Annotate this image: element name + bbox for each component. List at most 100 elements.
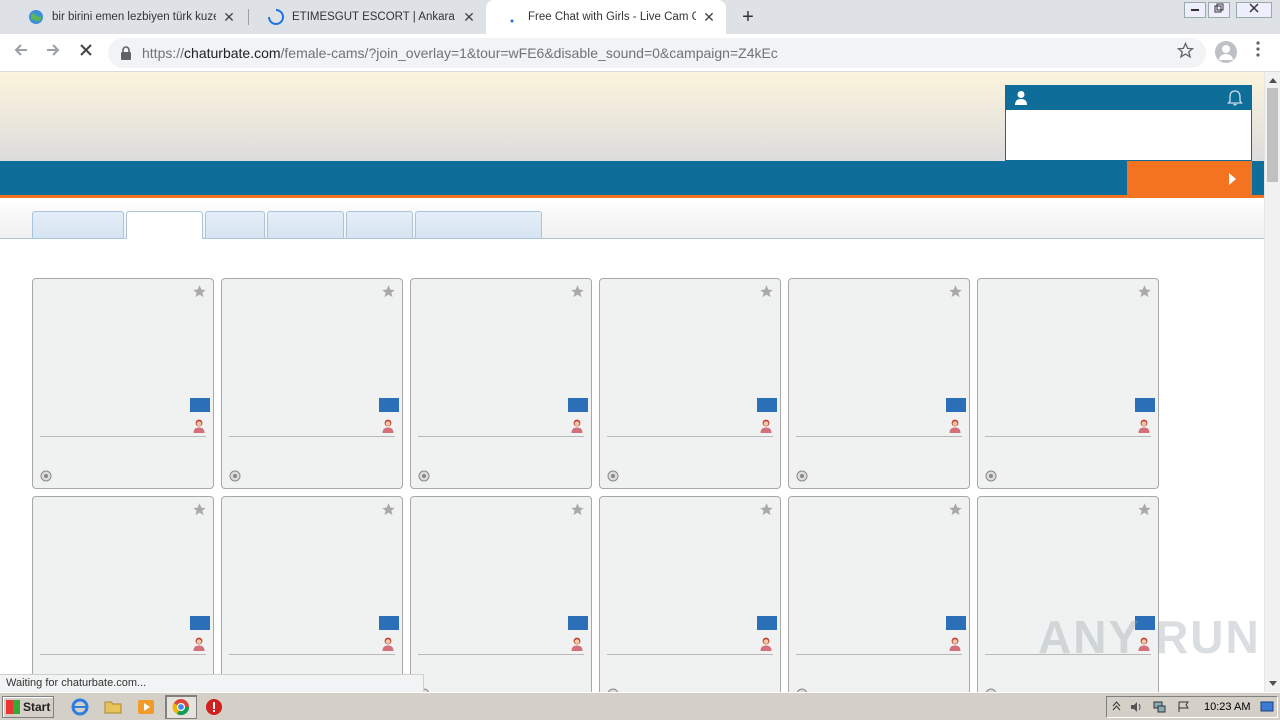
tray-expand-icon[interactable] [1110,701,1123,713]
forward-arrow-icon [47,44,60,56]
female-gender-icon [193,637,205,651]
webcam-icon [229,470,241,482]
taskbar-clock: 10:23 AM [1204,701,1251,713]
main-nav-bar [0,161,1264,198]
card-divider [229,436,395,437]
room-card[interactable] [410,278,592,489]
country-flag [190,616,210,630]
card-divider [796,654,962,655]
chevron-up-icon [1112,701,1121,711]
new-tab-button[interactable]: + [738,6,758,28]
room-card[interactable] [32,496,214,692]
back-arrow-icon [14,44,27,56]
favorite-star-icon[interactable] [381,502,396,517]
volume-icon[interactable] [1130,701,1143,713]
female-gender-icon [949,419,961,433]
minimize-icon [1191,9,1199,11]
room-card[interactable] [599,496,781,692]
monitor-network-icon [1153,701,1166,713]
tab-3-close-icon[interactable]: ✕ [702,9,716,26]
card-divider [40,654,206,655]
room-card[interactable] [788,278,970,489]
room-card[interactable] [977,278,1159,489]
tab-2[interactable]: ETİMESGUT ESCORT | Ankara escort ✕ [250,0,486,34]
tab-1[interactable]: bir birini emen lezbiyen türk kuzenler ✕ [10,0,246,34]
favorite-star-icon[interactable] [192,284,207,299]
favorite-star-icon[interactable] [759,502,774,517]
media-player-icon[interactable] [137,698,155,716]
favorite-star-icon[interactable] [948,284,963,299]
category-tab-4[interactable] [267,211,344,238]
female-gender-icon [760,419,772,433]
room-card[interactable] [221,278,403,489]
webcam-icon [607,470,619,482]
category-tab-6[interactable] [415,211,542,238]
user-icon[interactable] [1014,90,1028,106]
favorite-star-icon[interactable] [192,502,207,517]
room-card[interactable] [788,496,970,692]
favorite-star-icon[interactable] [948,502,963,517]
category-tab-3[interactable] [205,211,265,238]
action-center-flag-icon[interactable] [1177,701,1190,713]
country-flag [379,616,399,630]
webcam-icon [418,470,430,482]
restore-button[interactable] [1208,2,1230,18]
start-button[interactable]: Start [2,696,54,718]
favorite-star-icon[interactable] [1137,284,1152,299]
tab-3-active[interactable]: Free Chat with Girls - Live Cam Girls, ✕ [486,0,726,34]
show-desktop-icon[interactable] [1260,701,1274,713]
card-divider [40,436,206,437]
taskbar-chrome-active[interactable] [165,695,197,719]
tab-2-close-icon[interactable]: ✕ [462,9,476,26]
room-card[interactable] [32,278,214,489]
notification-bell-icon[interactable] [1227,90,1243,106]
room-card[interactable] [599,278,781,489]
favorite-star-icon[interactable] [759,284,774,299]
country-flag [568,616,588,630]
favorite-star-icon[interactable] [570,284,585,299]
card-divider [418,436,584,437]
url-path: /female-cams/?join_overlay=1&tour=wFE6&d… [280,45,778,61]
nav-cta-button[interactable] [1127,161,1252,198]
network-icon[interactable] [1153,701,1166,713]
tab-separator [248,9,249,25]
favorite-star-icon[interactable] [570,502,585,517]
favorite-star-icon[interactable] [1137,502,1152,517]
category-tab-2-active[interactable] [126,211,203,239]
folder-icon[interactable] [104,698,122,716]
card-divider [607,654,773,655]
close-window-button[interactable] [1236,2,1272,18]
category-tab-5[interactable] [346,211,413,238]
card-divider [229,654,395,655]
scroll-up-icon[interactable] [1269,78,1277,83]
bookmark-star-icon[interactable] [1177,42,1194,59]
tab-3-title: Free Chat with Girls - Live Cam Girls, [528,11,696,23]
internet-explorer-icon[interactable] [71,698,89,716]
profile-avatar-icon[interactable] [1215,41,1237,63]
webcam-icon [985,470,997,482]
browser-menu-button[interactable] [1250,41,1266,65]
desktop-icon [1260,701,1274,712]
stop-x-icon [80,44,92,56]
country-flag [379,398,399,412]
country-flag [190,398,210,412]
page-scrollbar[interactable] [1264,72,1280,692]
browser-tab-strip: bir birini emen lezbiyen türk kuzenler ✕… [0,0,1280,34]
minimize-button[interactable] [1184,2,1206,18]
address-bar[interactable]: https://chaturbate.com/female-cams/?join… [108,38,1206,68]
female-gender-icon [571,637,583,651]
category-tab-1[interactable] [32,211,124,238]
country-flag [757,616,777,630]
alert-stop-icon[interactable] [205,698,223,716]
favorite-star-icon[interactable] [381,284,396,299]
room-card[interactable] [410,496,592,692]
scroll-thumb[interactable] [1267,88,1278,182]
scroll-down-icon[interactable] [1269,681,1277,686]
stop-button[interactable] [74,40,98,64]
back-button[interactable] [9,40,33,64]
room-card[interactable] [221,496,403,692]
forward-button[interactable] [41,40,65,64]
tab-1-close-icon[interactable]: ✕ [222,9,236,26]
anyrun-watermark: ANY RUN [1038,611,1261,663]
female-gender-icon [760,637,772,651]
